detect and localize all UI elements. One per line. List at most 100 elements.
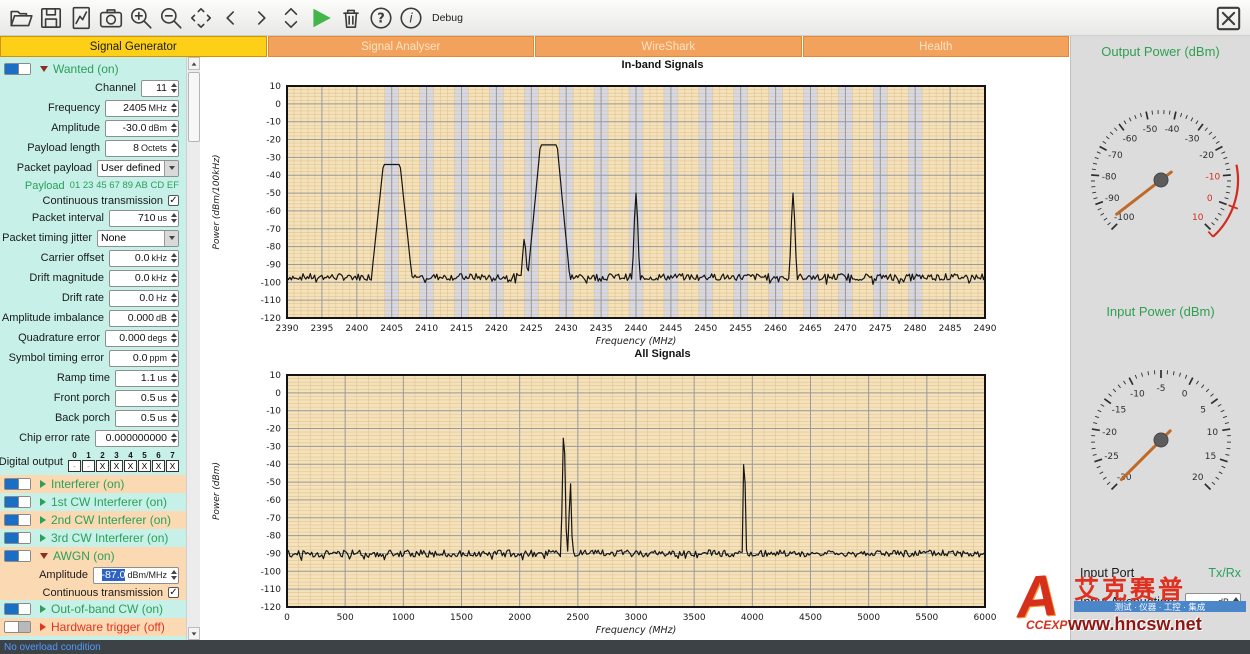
zoom-in-icon[interactable] xyxy=(126,3,156,33)
spinner-control[interactable] xyxy=(169,351,178,366)
input-packet-interval[interactable]: 710us xyxy=(109,210,179,227)
input-attenuation-spinner[interactable] xyxy=(1231,594,1240,609)
save-file-icon[interactable] xyxy=(36,3,66,33)
input-drift-magnitude[interactable]: 0.0kHz xyxy=(109,270,179,287)
export-graph-icon[interactable] xyxy=(66,3,96,33)
run-icon[interactable] xyxy=(306,3,336,33)
spinner-control[interactable] xyxy=(169,81,178,96)
input-payload-length[interactable]: 8Octets xyxy=(105,140,179,157)
dropdown-packet-timing-jitter[interactable]: None xyxy=(97,230,179,247)
tab-wireshark[interactable]: WireShark xyxy=(535,36,802,57)
clear-icon[interactable] xyxy=(336,3,366,33)
input-front-porch[interactable]: 0.5us xyxy=(115,390,179,407)
svg-text:10: 10 xyxy=(270,371,282,381)
chevron-down-icon[interactable] xyxy=(40,66,48,72)
chevron-right-icon[interactable] xyxy=(40,498,46,506)
spinner-control[interactable] xyxy=(169,411,178,426)
snapshot-icon[interactable] xyxy=(96,3,126,33)
spinner-control[interactable] xyxy=(169,431,178,446)
spinner-control[interactable] xyxy=(169,311,178,326)
digital-output-bit-0[interactable]: - xyxy=(68,460,81,472)
help-icon[interactable]: ? xyxy=(366,3,396,33)
input-amplitude[interactable]: -30.0dBm xyxy=(105,120,179,137)
tab-signal-generator[interactable]: Signal Generator xyxy=(0,36,267,57)
digital-output-bit-1[interactable]: - xyxy=(82,460,95,472)
input-chip-error-rate[interactable]: 0.000000000 xyxy=(95,430,179,447)
spinner-control[interactable] xyxy=(169,291,178,306)
input-port-row: Input Port Tx/Rx xyxy=(1071,566,1250,580)
spinner-control[interactable] xyxy=(169,371,178,386)
svg-text:2430: 2430 xyxy=(555,324,578,334)
input-attenuation-field[interactable]: dB xyxy=(1185,593,1241,610)
forward-icon[interactable] xyxy=(246,3,276,33)
toggle-switch[interactable] xyxy=(4,514,31,526)
input-amplitude[interactable]: -87.0dBm/MHz xyxy=(93,567,179,584)
checkbox[interactable]: ✓ xyxy=(168,195,179,206)
spinner-control[interactable] xyxy=(169,391,178,406)
pan-icon[interactable] xyxy=(186,3,216,33)
input-quadrature-error[interactable]: 0.000degs xyxy=(105,330,179,347)
digital-output-bit-5[interactable]: X xyxy=(138,460,151,472)
open-file-icon[interactable] xyxy=(6,3,36,33)
input-symbol-timing-error[interactable]: 0.0ppm xyxy=(109,350,179,367)
input-amplitude-imbalance[interactable]: 0.000dB xyxy=(109,310,179,327)
toggle-switch[interactable] xyxy=(4,532,31,544)
chevron-right-icon[interactable] xyxy=(40,605,46,613)
svg-text:-10: -10 xyxy=(266,118,281,128)
digital-output-bit-3[interactable]: X xyxy=(110,460,123,472)
digital-output-bit-6[interactable]: X xyxy=(152,460,165,472)
scroll-up-icon[interactable] xyxy=(188,57,200,70)
svg-text:Power (dBm): Power (dBm) xyxy=(212,462,222,520)
spinner-control[interactable] xyxy=(169,141,178,156)
spinner-control[interactable] xyxy=(169,251,178,266)
spinner-control[interactable] xyxy=(169,211,178,226)
chevron-down-icon[interactable] xyxy=(40,553,48,559)
spinner-control[interactable] xyxy=(169,101,178,116)
chevron-down-icon[interactable] xyxy=(164,161,178,176)
tab-signal-analyser[interactable]: Signal Analyser xyxy=(268,36,535,57)
svg-text:-10: -10 xyxy=(1206,172,1221,182)
checkbox[interactable]: ✓ xyxy=(168,587,179,598)
vertical-scale-icon[interactable] xyxy=(276,3,306,33)
dropdown-packet-payload[interactable]: User defined xyxy=(97,160,179,177)
toggle-switch[interactable] xyxy=(4,621,31,633)
toolbar: ?i Debug xyxy=(0,0,1250,36)
input-frequency[interactable]: 2405MHz xyxy=(105,100,179,117)
chevron-right-icon[interactable] xyxy=(40,516,46,524)
field-unit: kHz xyxy=(152,273,168,283)
input-channel[interactable]: 11 xyxy=(141,80,179,97)
chevron-right-icon[interactable] xyxy=(40,480,46,488)
input-drift-rate[interactable]: 0.0Hz xyxy=(109,290,179,307)
spinner-control[interactable] xyxy=(169,271,178,286)
svg-text:-100: -100 xyxy=(261,278,282,288)
input-ramp-time[interactable]: 1.1us xyxy=(115,370,179,387)
chevron-down-icon[interactable] xyxy=(164,231,178,246)
back-icon[interactable] xyxy=(216,3,246,33)
scrollbar-thumb[interactable] xyxy=(188,72,200,142)
zoom-out-icon[interactable] xyxy=(156,3,186,33)
digital-output-bit-4[interactable]: X xyxy=(124,460,137,472)
digital-output-bit-2[interactable]: X xyxy=(96,460,109,472)
toggle-switch[interactable] xyxy=(4,603,31,615)
spinner-control[interactable] xyxy=(169,568,178,583)
input-back-porch[interactable]: 0.5us xyxy=(115,410,179,427)
section-title: 3rd CW Interferer (on) xyxy=(51,531,168,545)
spinner-control[interactable] xyxy=(169,121,178,136)
svg-text:0: 0 xyxy=(275,100,281,110)
toggle-switch[interactable] xyxy=(4,550,31,562)
spinner-control[interactable] xyxy=(169,331,178,346)
chevron-right-icon[interactable] xyxy=(40,623,46,631)
close-button[interactable] xyxy=(1215,5,1242,32)
toggle-switch[interactable] xyxy=(4,478,31,490)
scroll-down-icon[interactable] xyxy=(188,627,200,640)
info-icon[interactable]: i xyxy=(396,3,426,33)
input-power-gauge: -30-25-20-15-10-505101520 xyxy=(1073,322,1249,554)
toggle-switch[interactable] xyxy=(4,496,31,508)
tab-health[interactable]: Health xyxy=(803,36,1070,57)
svg-text:0: 0 xyxy=(284,613,290,623)
chevron-right-icon[interactable] xyxy=(40,534,46,542)
digital-output-bit-7[interactable]: X xyxy=(166,460,179,472)
toggle-switch[interactable] xyxy=(4,63,31,75)
input-carrier-offset[interactable]: 0.0kHz xyxy=(109,250,179,267)
sidebar-scrollbar[interactable] xyxy=(186,57,200,640)
